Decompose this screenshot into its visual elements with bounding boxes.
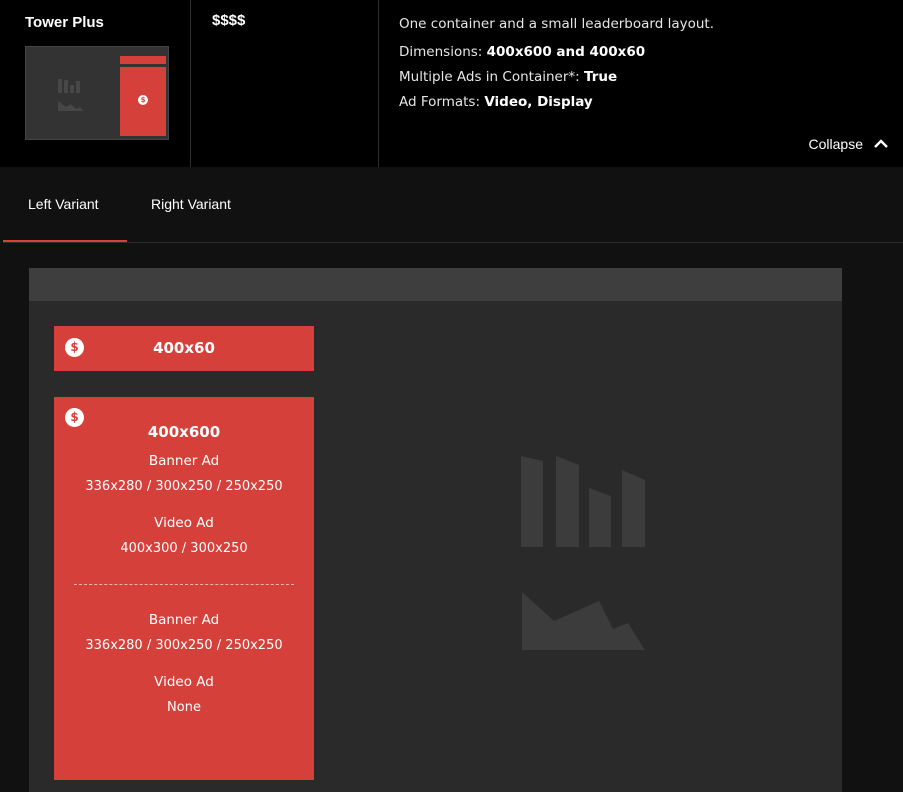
bottom-video-label: Video Ad	[154, 674, 214, 690]
multiple-ads-row: Multiple Ads in Container*: True	[399, 65, 903, 90]
leaderboard-size: 400x60	[153, 339, 215, 357]
price-tier: $$$$	[212, 12, 246, 29]
bar-chart-icon	[58, 79, 83, 111]
top-video-label: Video Ad	[154, 515, 214, 531]
tower-ad-slot: $ 400x600 Banner Ad 336x280 / 300x250 / …	[54, 397, 314, 780]
tab-right-variant[interactable]: Right Variant	[151, 167, 231, 242]
layout-thumbnail: $	[25, 46, 169, 140]
product-description: One container and a small leaderboard la…	[399, 16, 714, 32]
slot-divider	[74, 584, 294, 585]
product-header: Tower Plus $ $$$$ One container and a sm…	[0, 0, 903, 167]
chevron-up-icon	[874, 139, 888, 148]
bottom-video-sizes: None	[167, 700, 201, 715]
thumbnail-leaderboard	[120, 56, 166, 64]
top-video-sizes: 400x300 / 300x250	[120, 541, 248, 556]
dollar-coin-icon: $	[138, 95, 148, 105]
ad-formats-label: Ad Formats:	[399, 94, 481, 110]
product-name: Tower Plus	[25, 14, 104, 31]
dimensions-row: Dimensions: 400x600 and 400x60	[399, 40, 903, 65]
top-banner-label: Banner Ad	[148, 453, 220, 469]
dimensions-label: Dimensions:	[399, 44, 483, 60]
tower-content: 400x600 Banner Ad 336x280 / 300x250 / 25…	[54, 419, 314, 720]
price-column: $$$$	[191, 0, 379, 167]
thumbnail-tower: $	[120, 67, 166, 136]
multiple-ads-label: Multiple Ads in Container*:	[399, 69, 580, 85]
collapse-label: Collapse	[808, 136, 863, 152]
ad-formats-row: Ad Formats: Video, Display	[399, 90, 903, 115]
tab-left-variant[interactable]: Left Variant	[3, 167, 127, 242]
variant-tabs: Left Variant Right Variant	[3, 167, 903, 243]
collapse-button[interactable]: Collapse	[809, 136, 889, 152]
multiple-ads-value: True	[583, 69, 618, 85]
bar-chart-icon	[521, 456, 645, 650]
ad-formats-value: Video, Display	[484, 94, 593, 110]
top-banner-sizes: 336x280 / 300x250 / 250x250	[85, 479, 283, 494]
preview-top-bar	[29, 268, 842, 301]
layout-preview: $ 400x60 $ 400x600 Banner Ad 336x280 / 3…	[29, 268, 842, 792]
leaderboard-ad-slot: $ 400x60	[54, 326, 314, 371]
tower-size: 400x600	[147, 423, 221, 441]
dimensions-value: 400x600 and 400x60	[486, 44, 646, 60]
bottom-banner-label: Banner Ad	[148, 612, 220, 628]
bottom-banner-sizes: 336x280 / 300x250 / 250x250	[85, 638, 283, 653]
